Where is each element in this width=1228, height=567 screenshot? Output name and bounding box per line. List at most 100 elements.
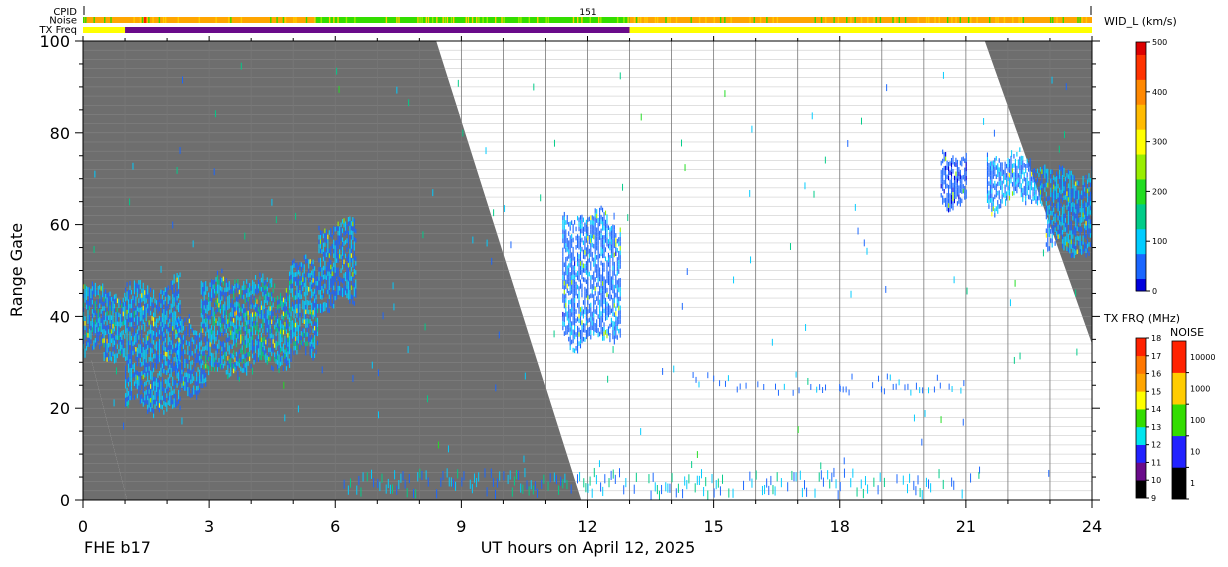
scatter-cell: [312, 337, 314, 343]
scatter-cell: [312, 277, 314, 283]
scatter-cell: [565, 293, 567, 299]
scatter-cell: [110, 306, 113, 311]
scatter-cell: [155, 346, 158, 351]
scatter-cell: [163, 345, 165, 351]
scatter-cell: [327, 280, 329, 286]
scatter-cell: [126, 314, 128, 319]
scatter-cell: [615, 324, 617, 330]
scatter-cell: [213, 284, 216, 289]
scatter-cell: [182, 344, 184, 349]
scatter-cell: [213, 311, 216, 317]
scatter-cell: [199, 387, 201, 393]
scatter-cell: [350, 257, 352, 263]
scatter-cell: [1086, 202, 1089, 207]
scatter-cell: [303, 278, 305, 283]
scatter-cell: [1053, 225, 1055, 231]
scatter-cell: [1017, 177, 1019, 183]
scatter-cell: [213, 325, 216, 331]
scatter-cell: [238, 289, 240, 295]
scatter-cell: [209, 351, 211, 356]
scatter-cell: [596, 323, 598, 329]
scatter-cell: [1058, 206, 1061, 211]
scatter-cell: [606, 329, 608, 334]
scatter-cell: [581, 324, 583, 330]
scatter-cell: [85, 304, 88, 310]
scatter-cell: [125, 328, 127, 334]
scatter-cell: [1038, 195, 1040, 201]
scatter-cell: [584, 286, 586, 292]
scatter-cell: [312, 323, 314, 329]
scatter-cell: [331, 234, 333, 240]
scatter-cell: [224, 310, 226, 316]
scatter-cell: [122, 343, 124, 349]
scatter-cell: [103, 342, 105, 348]
scatter-cell: [129, 386, 131, 392]
scatter-cell: [148, 306, 150, 312]
scatter-cell: [1035, 185, 1037, 190]
scatter-cell: [230, 367, 232, 372]
scatter-cell: [133, 285, 135, 290]
scatter-cell: [1073, 203, 1075, 208]
scatter-cell: [252, 367, 253, 375]
scatter-cell: [238, 330, 240, 336]
scatter-cell: [132, 373, 134, 379]
noise-flicker: [860, 17, 863, 23]
scatter-cell: [154, 376, 156, 382]
scatter-cell: [88, 342, 91, 348]
scatter-cell: [597, 240, 599, 246]
scatter-cell: [603, 280, 605, 286]
scatter-cell: [1020, 160, 1022, 165]
scatter-cell: [187, 345, 189, 351]
scatter-cell: [203, 282, 205, 287]
scatter-cell: [562, 321, 564, 326]
scatter-cell: [606, 278, 608, 284]
scatter-cell: [615, 320, 617, 325]
scatter-cell: [1033, 168, 1036, 173]
scatter-cell: [1019, 156, 1021, 162]
scatter-cell: [235, 360, 237, 366]
scatter-cell: [587, 217, 589, 223]
scatter-cell: [1038, 172, 1040, 178]
scatter-cell: [181, 328, 183, 333]
scatter-cell: [225, 287, 227, 292]
scatter-cell: [94, 328, 96, 334]
scatter-cell: [125, 402, 127, 407]
scatter-cell: [296, 285, 298, 291]
scatter-cell: [569, 285, 571, 291]
scatter-cell: [211, 311, 213, 317]
scatter-cell: [618, 241, 620, 247]
scatter-cell: [571, 257, 573, 262]
scatter-cell: [167, 285, 169, 291]
scatter-cell: [1072, 174, 1074, 180]
scatter-cell: [300, 262, 302, 267]
scatter-cell: [266, 341, 268, 347]
scatter-cell: [305, 332, 307, 338]
scatter-cell: [260, 300, 262, 306]
scatter-cell: [176, 272, 178, 278]
scatter-cell: [288, 331, 290, 336]
scatter-cell: [349, 248, 351, 254]
scatter-cell: [986, 161, 989, 167]
scatter-cell: [1063, 241, 1065, 246]
scatter-cell: [948, 184, 950, 190]
scatter-cell: [150, 310, 152, 316]
scatter-cell: [151, 380, 153, 385]
scatter-cell: [1075, 218, 1077, 223]
scatter-cell: [1013, 181, 1015, 187]
scatter-cell: [339, 249, 341, 254]
scatter-cell: [161, 303, 163, 309]
scatter-cell: [178, 333, 180, 338]
scatter-cell: [319, 266, 322, 272]
scatter-cell: [164, 305, 166, 311]
scatter-cell: [1067, 197, 1069, 202]
scatter-cell: [282, 352, 285, 358]
scatter-cell: [1014, 177, 1016, 182]
scatter-cell: [240, 325, 242, 330]
scatter-cell: [215, 355, 217, 360]
scatter-cell: [576, 326, 579, 331]
scatter-cell: [1011, 191, 1014, 196]
noise-flicker: [623, 17, 625, 23]
scatter-cell: [353, 282, 355, 288]
scatter-cell: [219, 276, 221, 282]
noise-flicker: [1085, 17, 1088, 23]
